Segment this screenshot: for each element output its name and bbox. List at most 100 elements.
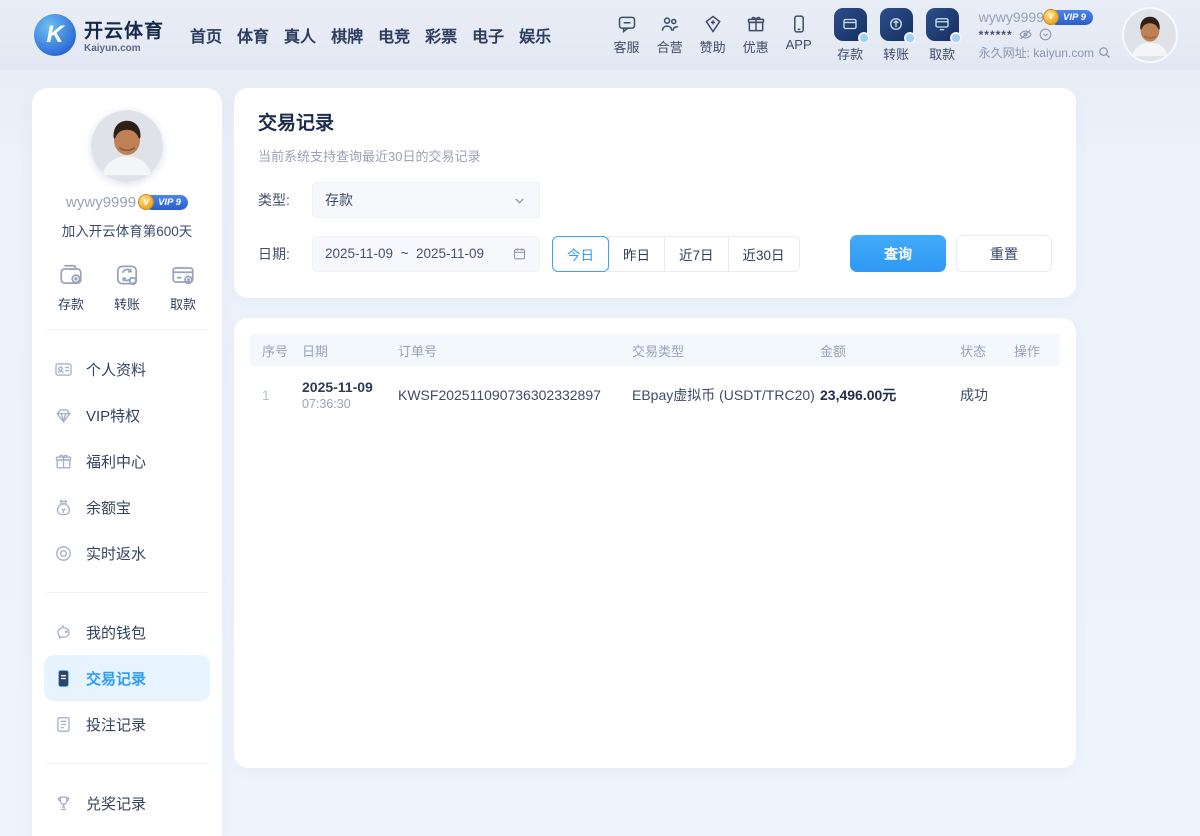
header-transfer-button[interactable]: 转账: [879, 7, 916, 63]
rebate-target-icon: [56, 545, 71, 561]
sidebar-item-benefits[interactable]: 福利中心: [44, 438, 210, 484]
sidebar-item-label: 福利中心: [86, 453, 147, 471]
header-deposit-button[interactable]: 存款: [833, 7, 870, 63]
deposit-tile-icon: [843, 18, 857, 30]
tile-label: 取款: [929, 46, 956, 62]
date-filter-row: 日期: 2025-11-09 ~ 2025-11-09 今日 昨日 近7日 近3…: [258, 235, 1052, 272]
tile-label: 存款: [837, 46, 864, 62]
service-label: 合营: [656, 40, 683, 55]
sidebar-transfer-button[interactable]: 转账: [114, 262, 140, 313]
type-label: 类型:: [258, 192, 290, 208]
username: wywy9999: [978, 9, 1044, 25]
service-promotions[interactable]: 优惠: [743, 14, 769, 56]
sidebar-item-bet-records[interactable]: 投注记录: [44, 701, 210, 747]
promo-gift-icon: [747, 16, 764, 32]
sidebar-item-label: 余额宝: [86, 499, 132, 517]
service-sponsor[interactable]: 赞助: [700, 14, 726, 56]
cell-index: 1: [262, 387, 270, 403]
date-separator: ~: [400, 246, 409, 261]
divider: [46, 592, 208, 593]
wallet-shortcuts: 存款 转账 取款: [833, 7, 962, 63]
vip-level-label: VIP 9: [1063, 11, 1086, 23]
layout: wywy9999 V VIP 9 加入开云体育第600天 存款 转账 取款 个人…: [0, 70, 1200, 836]
header-withdraw-button[interactable]: 取款: [925, 7, 962, 63]
deposit-icon: [60, 264, 82, 284]
service-partners[interactable]: 合营: [657, 14, 683, 56]
calendar-icon: [513, 248, 526, 260]
avatar-image: [1124, 9, 1176, 61]
range-yesterday-button[interactable]: 昨日: [608, 235, 665, 272]
nav-item-lottery[interactable]: 彩票: [425, 23, 457, 47]
profile-icon: [55, 362, 72, 376]
brand-logo[interactable]: K 开云体育 Kaiyun.com: [34, 14, 164, 56]
sidebar-item-prize-records[interactable]: 兑奖记录: [44, 780, 210, 826]
sidebar-deposit-button[interactable]: 存款: [58, 262, 84, 313]
col-order-no: 订单号: [398, 343, 438, 359]
sidebar-item-yuebao[interactable]: 余额宝: [44, 484, 210, 530]
nav-item-board[interactable]: 棋牌: [331, 23, 363, 47]
sidebar-username: wywy9999: [66, 194, 137, 211]
nav-item-slots[interactable]: 电子: [472, 23, 504, 47]
quick-range-group: 今日 昨日 近7日 近30日: [552, 235, 800, 272]
sidebar-item-profile[interactable]: 个人资料: [44, 346, 210, 392]
sidebar-vip-badge: V VIP 9: [138, 194, 188, 210]
vip-medal-icon: V: [138, 194, 155, 210]
query-button[interactable]: 查询: [850, 235, 946, 272]
chevron-circle-icon[interactable]: [1038, 27, 1053, 42]
service-app-download[interactable]: APP: [786, 14, 812, 56]
transactions-table-panel: 序号 日期 订单号 交易类型 金额 状态 操作 1 2025-11-09 07:…: [234, 318, 1076, 768]
vip-gem-icon: [56, 408, 71, 423]
header-avatar[interactable]: [1124, 9, 1176, 61]
nav-item-sports[interactable]: 体育: [237, 23, 269, 47]
range-today-button[interactable]: 今日: [552, 235, 609, 272]
sidebar-item-wallet[interactable]: 我的钱包: [44, 609, 210, 655]
cell-amount: 23,496.00元: [820, 387, 897, 403]
vip-level-label: VIP 9: [158, 197, 181, 208]
divider: [46, 329, 208, 330]
withdraw-icon: [172, 267, 194, 285]
page-title: 交易记录: [258, 113, 335, 134]
search-icon[interactable]: [1097, 45, 1112, 60]
range-30days-button[interactable]: 近30日: [727, 235, 800, 272]
customer-service-icon: [618, 16, 635, 34]
col-type: 交易类型: [632, 343, 685, 359]
date-end: 2025-11-09: [415, 246, 485, 261]
col-action: 操作: [1014, 343, 1041, 359]
wallet-piggy-icon: [57, 624, 70, 639]
service-label: 赞助: [699, 40, 726, 55]
reset-button[interactable]: 重置: [956, 235, 1052, 272]
col-date: 日期: [302, 343, 329, 359]
sidebar-item-transactions[interactable]: 交易记录: [44, 655, 210, 701]
date-range-input[interactable]: 2025-11-09 ~ 2025-11-09: [312, 235, 540, 272]
page-subtitle: 当前系统支持查询最近30日的交易记录: [258, 149, 481, 164]
tile-badge: [949, 31, 962, 44]
user-info-block: wywy9999 V VIP 9 ****** 永久网址: kaiyun.com: [978, 8, 1112, 61]
moneybag-icon: [56, 499, 71, 515]
eye-off-icon[interactable]: [1018, 27, 1033, 42]
sidebar-item-vip[interactable]: VIP特权: [44, 392, 210, 438]
prize-record-icon: [57, 795, 70, 810]
range-7days-button[interactable]: 近7日: [664, 235, 729, 272]
service-customer-support[interactable]: 客服: [614, 14, 640, 56]
date-start: 2025-11-09: [325, 246, 394, 261]
quick-action-label: 转账: [113, 297, 140, 312]
withdraw-tile-icon: [935, 18, 949, 31]
nav-item-live[interactable]: 真人: [284, 23, 316, 47]
chevron-down-icon: [515, 197, 524, 204]
permanent-site-label: 永久网址: kaiyun.com: [978, 46, 1094, 60]
divider: [46, 763, 208, 764]
sidebar-item-rebate[interactable]: 实时返水: [44, 530, 210, 576]
sidebar-item-messages[interactable]: 消息中心 99+: [44, 826, 210, 836]
sidebar-item-label: 投注记录: [86, 716, 147, 734]
transactions-ledger-icon: [58, 669, 69, 687]
type-select[interactable]: 存款: [312, 182, 540, 218]
sidebar-withdraw-button[interactable]: 取款: [170, 262, 196, 313]
nav-item-home[interactable]: 首页: [190, 23, 222, 47]
vip-badge: V VIP 9: [1043, 8, 1093, 25]
brand-name: 开云体育: [84, 21, 165, 42]
nav-item-esports[interactable]: 电竞: [378, 23, 410, 47]
sidebar-avatar[interactable]: [91, 110, 163, 182]
col-index: 序号: [262, 343, 289, 359]
nav-item-casino[interactable]: 娱乐: [519, 23, 551, 47]
sidebar-item-label: VIP特权: [86, 407, 141, 425]
